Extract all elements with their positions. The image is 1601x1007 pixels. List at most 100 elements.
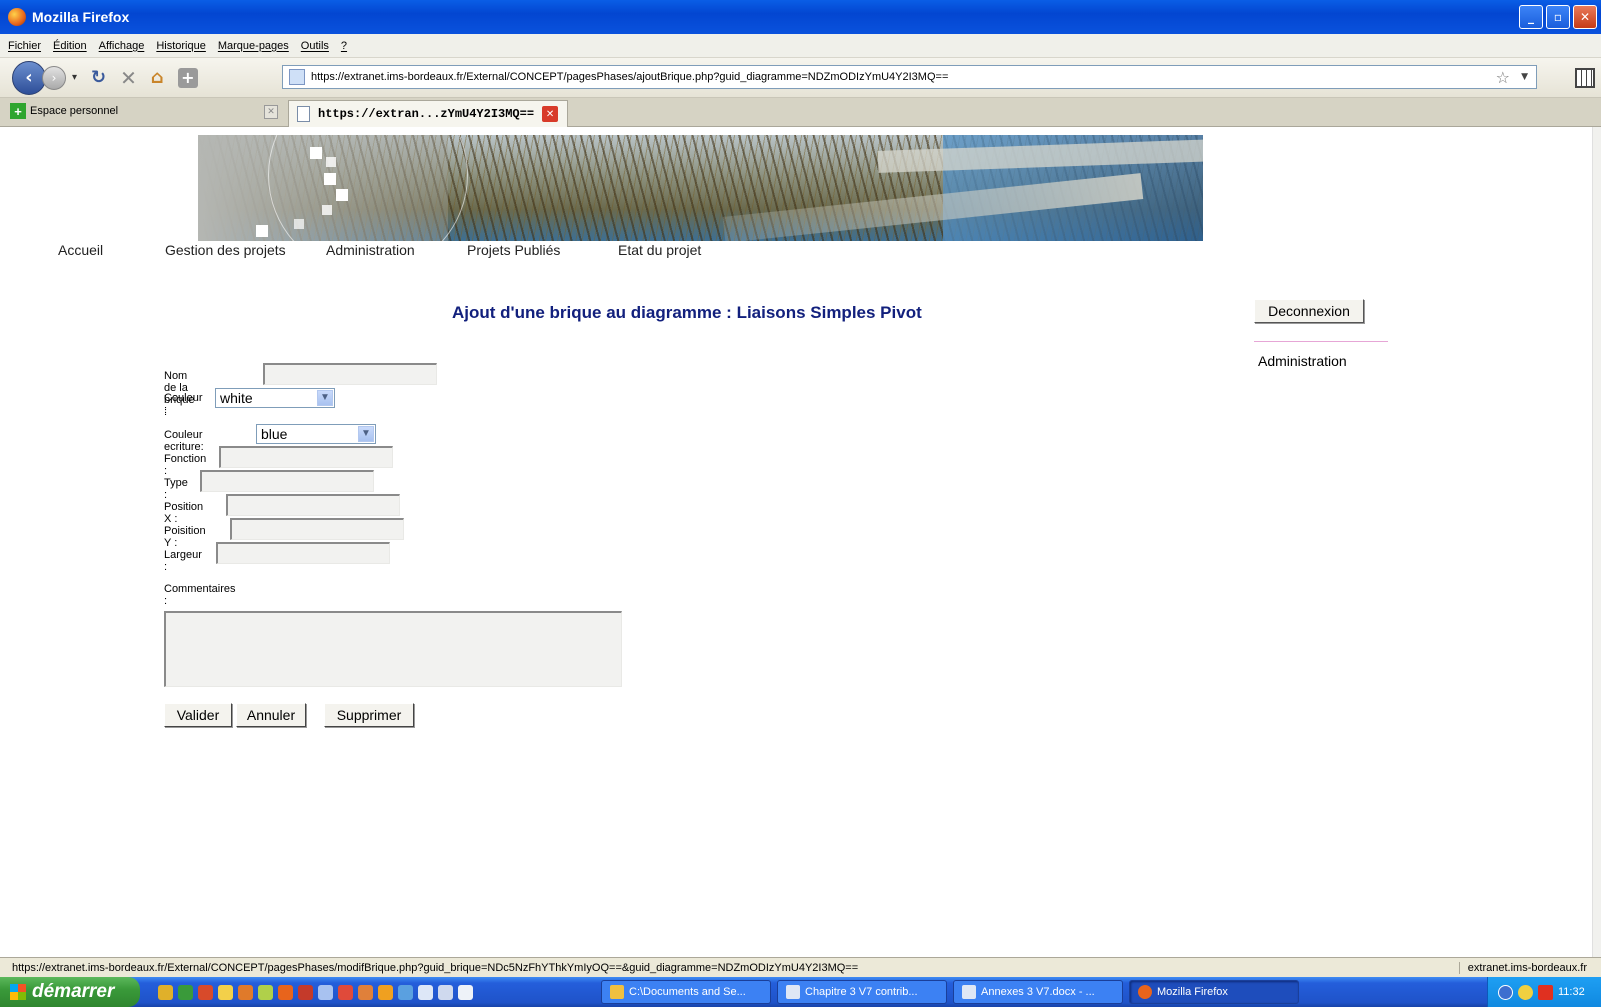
quicklaunch-app-icon[interactable] (398, 984, 413, 1000)
nav-gestion-projets[interactable]: Gestion des projets (165, 242, 286, 258)
task-label: Chapitre 3 V7 contrib... (805, 986, 918, 998)
firefox-logo-icon (8, 8, 26, 26)
chevron-down-icon[interactable]: ▼ (317, 390, 333, 406)
chevron-down-icon[interactable]: ▼ (358, 426, 374, 442)
quicklaunch-app-icon[interactable] (238, 984, 253, 1000)
quicklaunch-app-icon[interactable] (458, 984, 473, 1000)
tray-app-icon[interactable] (1518, 984, 1533, 1000)
home-icon[interactable]: ⌂ (151, 67, 164, 88)
commentaires-label: Commentaires : (164, 583, 236, 607)
tray-back-icon[interactable] (1498, 984, 1513, 1000)
word-document-icon (786, 985, 800, 999)
quicklaunch-app-icon[interactable] (298, 984, 313, 1000)
page-title: Ajout d'une brique au diagramme : Liaiso… (452, 303, 922, 322)
bookmark-star-icon[interactable]: ☆ (1496, 68, 1510, 87)
menu-outils[interactable]: Outils (301, 40, 329, 52)
nav-etat-projet[interactable]: Etat du projet (618, 242, 701, 258)
tab-active[interactable]: https://extran...zYmU4Y2I3MQ== ✕ (288, 100, 568, 127)
largeur-input[interactable] (216, 542, 390, 564)
navigation-toolbar: ‹ › ▾ ↻ ✕ ⌂ + https://extranet.ims-borde… (0, 58, 1601, 98)
type-input[interactable] (200, 470, 374, 492)
history-dropdown-icon[interactable]: ▾ (72, 72, 77, 83)
forward-button[interactable]: › (42, 65, 66, 90)
window-titlebar: Mozilla Firefox _ ▫ ✕ (0, 0, 1601, 34)
position-x-input[interactable] (226, 494, 400, 516)
nom-brique-input[interactable] (263, 363, 437, 385)
status-bar: https://extranet.ims-bordeaux.fr/Externa… (0, 957, 1601, 977)
valider-button[interactable]: Valider (164, 703, 232, 727)
menubar: Fichier Édition Affichage Historique Mar… (0, 34, 1601, 58)
vertical-scrollbar[interactable] (1592, 127, 1601, 957)
menu-help[interactable]: ? (341, 40, 347, 52)
reload-icon[interactable]: ↻ (91, 67, 106, 88)
quicklaunch-app-icon[interactable] (198, 984, 213, 1000)
clock: 11:32 (1558, 986, 1585, 998)
position-x-label: Position X : (164, 501, 204, 525)
quicklaunch-app-icon[interactable] (218, 984, 233, 1000)
supprimer-button[interactable]: Supprimer (324, 703, 414, 727)
quicklaunch-app-icon[interactable] (378, 984, 393, 1000)
toolbar-grid-icon[interactable] (1575, 68, 1595, 88)
site-navigation: Accueil Gestion des projets Administrati… (0, 242, 1000, 262)
task-label: Annexes 3 V7.docx - ... (981, 986, 1095, 998)
position-y-input[interactable] (230, 518, 404, 540)
inactive-tab-close-icon[interactable]: ✕ (264, 105, 278, 119)
page-favicon-icon (289, 69, 305, 85)
page-icon (297, 106, 310, 122)
couleur-select[interactable]: white ▼ (215, 388, 335, 408)
commentaires-textarea[interactable] (164, 611, 622, 687)
quicklaunch-app-icon[interactable] (438, 984, 453, 1000)
tab-close-icon[interactable]: ✕ (542, 106, 559, 122)
tray-app-icon[interactable] (1538, 984, 1553, 1000)
quicklaunch-app-icon[interactable] (158, 984, 173, 1000)
close-window-button[interactable]: ✕ (1573, 5, 1597, 29)
menu-edition[interactable]: Édition (53, 40, 87, 52)
couleur-label: Couleur : (164, 392, 203, 416)
taskbar-item-word-chapitre[interactable]: Chapitre 3 V7 contrib... (777, 980, 947, 1004)
url-dropdown-icon[interactable]: ▼ (1521, 72, 1528, 82)
menu-affichage[interactable]: Affichage (99, 40, 145, 52)
fonction-input[interactable] (219, 446, 393, 468)
couleur-ecriture-selected: blue (261, 426, 288, 442)
annuler-button[interactable]: Annuler (236, 703, 306, 727)
quicklaunch-app-icon[interactable] (338, 984, 353, 1000)
type-label: Type : (164, 477, 188, 501)
nav-projets-publies[interactable]: Projets Publiés (467, 242, 560, 258)
task-label: C:\Documents and Se... (629, 986, 746, 998)
back-button[interactable]: ‹ (12, 60, 46, 95)
green-plus-icon: + (10, 103, 26, 119)
maximize-button[interactable]: ▫ (1546, 5, 1570, 29)
quicklaunch-app-icon[interactable] (278, 984, 293, 1000)
menu-fichier[interactable]: Fichier (8, 40, 41, 52)
new-tab-plus-icon[interactable]: + (177, 67, 198, 88)
quick-launch (158, 984, 473, 1000)
taskbar-item-explorer[interactable]: C:\Documents and Se... (601, 980, 771, 1004)
deconnexion-button[interactable]: Deconnexion (1254, 299, 1364, 323)
taskbar-item-word-annexes[interactable]: Annexes 3 V7.docx - ... (953, 980, 1123, 1004)
sidebar-divider (1254, 341, 1388, 342)
status-url: https://extranet.ims-bordeaux.fr/Externa… (12, 961, 859, 974)
quicklaunch-app-icon[interactable] (178, 984, 193, 1000)
firefox-icon (1138, 985, 1152, 999)
start-button[interactable]: démarrer (0, 977, 140, 1007)
nav-accueil[interactable]: Accueil (58, 242, 103, 258)
system-tray: 11:32 (1487, 977, 1601, 1007)
start-label: démarrer (32, 981, 115, 1002)
url-bar[interactable]: https://extranet.ims-bordeaux.fr/Externa… (282, 65, 1537, 89)
menu-marque-pages[interactable]: Marque-pages (218, 40, 289, 52)
quicklaunch-app-icon[interactable] (358, 984, 373, 1000)
couleur-ecriture-select[interactable]: blue ▼ (256, 424, 376, 444)
quicklaunch-app-icon[interactable] (318, 984, 333, 1000)
nav-administration[interactable]: Administration (326, 242, 415, 258)
bookmark-espace-personnel[interactable]: + Espace personnel (10, 103, 118, 119)
menu-historique[interactable]: Historique (156, 40, 206, 52)
minimize-button[interactable]: _ (1519, 5, 1543, 29)
url-text[interactable]: https://extranet.ims-bordeaux.fr/Externa… (311, 71, 948, 83)
bookmark-label: Espace personnel (30, 105, 119, 117)
sidebar-administration-link[interactable]: Administration (1258, 353, 1347, 369)
tab-label: https://extran...zYmU4Y2I3MQ== (318, 107, 535, 121)
taskbar-item-firefox[interactable]: Mozilla Firefox (1129, 980, 1299, 1004)
stop-icon[interactable]: ✕ (120, 66, 137, 90)
quicklaunch-app-icon[interactable] (418, 984, 433, 1000)
quicklaunch-app-icon[interactable] (258, 984, 273, 1000)
